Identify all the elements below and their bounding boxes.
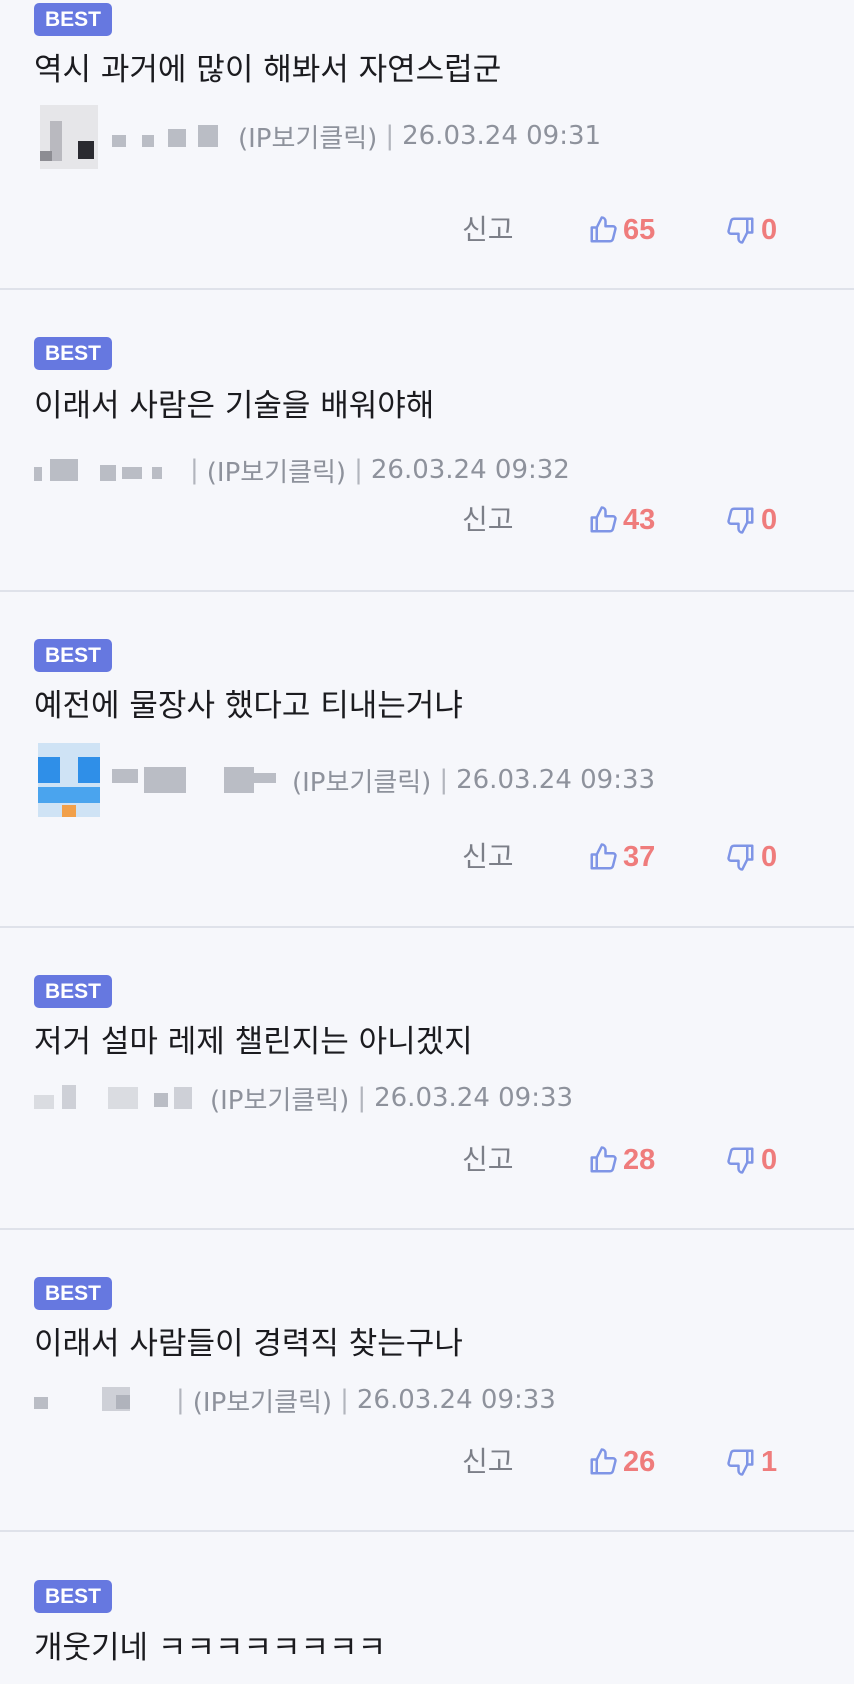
like-button[interactable]: 43 bbox=[588, 500, 655, 540]
username-blurred[interactable] bbox=[34, 1083, 204, 1113]
like-count: 37 bbox=[623, 840, 656, 873]
thumbs-down-icon bbox=[727, 844, 754, 871]
comment-meta: (IP보기클릭) | 26.03.24 09:31 bbox=[34, 105, 602, 169]
comment-text: 저거 설마 레제 챌린지는 아니겠지 bbox=[34, 1024, 473, 1060]
comment-actions: 신고 26 1 bbox=[0, 1440, 854, 1484]
comment-meta: | (IP보기클릭) | 26.03.24 09:33 bbox=[34, 1376, 556, 1424]
user-avatar[interactable] bbox=[34, 99, 102, 173]
comment-meta: | (IP보기클릭) | 26.03.24 09:32 bbox=[34, 446, 570, 494]
comment-actions: 신고 65 0 bbox=[0, 208, 854, 252]
like-button[interactable]: 26 bbox=[588, 1442, 655, 1482]
best-badge: BEST bbox=[34, 337, 113, 370]
best-badge: BEST bbox=[34, 975, 113, 1008]
thumbs-up-icon bbox=[590, 506, 617, 533]
meta-separator: | bbox=[340, 1385, 349, 1415]
meta-separator: | bbox=[439, 765, 449, 795]
username-blurred[interactable] bbox=[112, 765, 286, 795]
report-button[interactable]: 신고 bbox=[462, 1140, 514, 1180]
comment-item: BEST 예전에 물장사 했다고 티내는거냐 (IP보기클릭) | 26.03.… bbox=[0, 592, 854, 928]
dislike-button[interactable]: 1 bbox=[726, 1442, 777, 1482]
ip-view-link[interactable]: (IP보기클릭) bbox=[238, 118, 377, 155]
thumbs-up-icon bbox=[590, 1448, 617, 1475]
dislike-button[interactable]: 0 bbox=[726, 500, 777, 540]
comment-text: 이래서 사람들이 경력직 찾는구나 bbox=[34, 1326, 463, 1362]
comment-text: 개웃기네 ㅋㅋㅋㅋㅋㅋㅋㅋ bbox=[34, 1630, 387, 1666]
report-button[interactable]: 신고 bbox=[462, 837, 514, 877]
username-blurred[interactable] bbox=[34, 1385, 170, 1415]
comment-meta: (IP보기클릭) | 26.03.24 09:33 bbox=[34, 1074, 573, 1122]
meta-separator: | bbox=[385, 121, 395, 151]
comment-item: BEST 역시 과거에 많이 해봐서 자연스럽군 (IP보기클릭) | 26.0… bbox=[0, 0, 854, 290]
thumbs-down-icon bbox=[727, 507, 754, 534]
like-button[interactable]: 28 bbox=[588, 1140, 655, 1180]
report-button[interactable]: 신고 bbox=[462, 1442, 514, 1482]
ip-view-link[interactable]: (IP보기클릭) bbox=[292, 762, 431, 799]
dislike-button[interactable]: 0 bbox=[726, 1140, 777, 1180]
dislike-button[interactable]: 0 bbox=[726, 210, 777, 250]
comment-text: 이래서 사람은 기술을 배워야해 bbox=[34, 388, 435, 424]
comment-date: 26.03.24 09:33 bbox=[374, 1083, 574, 1113]
like-count: 43 bbox=[623, 503, 656, 536]
like-button[interactable]: 37 bbox=[588, 837, 655, 877]
best-badge: BEST bbox=[34, 1277, 113, 1310]
like-button[interactable]: 65 bbox=[588, 210, 655, 250]
dislike-count: 1 bbox=[761, 1445, 778, 1478]
comment-meta: (IP보기클릭) | 26.03.24 09:33 bbox=[34, 743, 656, 817]
comment-date: 26.03.24 09:33 bbox=[356, 1385, 556, 1415]
comment-actions: 신고 28 0 bbox=[0, 1138, 854, 1182]
meta-separator: | bbox=[357, 1083, 367, 1113]
meta-separator: | bbox=[190, 455, 199, 485]
like-count: 26 bbox=[623, 1445, 656, 1478]
user-avatar[interactable] bbox=[34, 743, 102, 817]
comment-actions: 신고 37 0 bbox=[0, 835, 854, 879]
like-count: 65 bbox=[623, 213, 656, 246]
comment-date: 26.03.24 09:31 bbox=[402, 121, 602, 151]
dislike-count: 0 bbox=[761, 503, 778, 536]
comment-text: 역시 과거에 많이 해봐서 자연스럽군 bbox=[34, 52, 502, 88]
dislike-button[interactable]: 0 bbox=[726, 837, 777, 877]
best-badge: BEST bbox=[34, 3, 113, 36]
comment-text: 예전에 물장사 했다고 티내는거냐 bbox=[34, 688, 463, 724]
meta-separator: | bbox=[176, 1385, 185, 1415]
thumbs-up-icon bbox=[590, 216, 617, 243]
report-button[interactable]: 신고 bbox=[462, 500, 514, 540]
thumbs-down-icon bbox=[727, 1147, 754, 1174]
ip-view-link[interactable]: (IP보기클릭) bbox=[207, 452, 346, 489]
username-blurred[interactable] bbox=[112, 121, 232, 151]
comment-date: 26.03.24 09:32 bbox=[370, 455, 570, 485]
comment-date: 26.03.24 09:33 bbox=[456, 765, 656, 795]
comment-item: BEST 개웃기네 ㅋㅋㅋㅋㅋㅋㅋㅋ bbox=[0, 1532, 854, 1682]
comment-item: BEST 저거 설마 레제 챌린지는 아니겠지 (IP보기클릭) | 26.03… bbox=[0, 928, 854, 1230]
dislike-count: 0 bbox=[761, 1143, 778, 1176]
report-button[interactable]: 신고 bbox=[462, 210, 514, 250]
best-badge: BEST bbox=[34, 639, 113, 672]
username-blurred[interactable] bbox=[34, 455, 184, 485]
comment-actions: 신고 43 0 bbox=[0, 498, 854, 542]
thumbs-down-icon bbox=[727, 1449, 754, 1476]
thumbs-up-icon bbox=[590, 1146, 617, 1173]
dislike-count: 0 bbox=[761, 840, 778, 873]
best-badge: BEST bbox=[34, 1580, 113, 1613]
like-count: 28 bbox=[623, 1143, 656, 1176]
meta-separator: | bbox=[354, 455, 363, 485]
ip-view-link[interactable]: (IP보기클릭) bbox=[210, 1080, 349, 1117]
comment-item: BEST 이래서 사람들이 경력직 찾는구나 | (IP보기클릭) | 26.0… bbox=[0, 1230, 854, 1532]
thumbs-down-icon bbox=[727, 217, 754, 244]
comment-item: BEST 이래서 사람은 기술을 배워야해 | (IP보기클릭) | 26.03… bbox=[0, 290, 854, 592]
thumbs-up-icon bbox=[590, 843, 617, 870]
ip-view-link[interactable]: (IP보기클릭) bbox=[193, 1382, 332, 1419]
dislike-count: 0 bbox=[761, 213, 778, 246]
